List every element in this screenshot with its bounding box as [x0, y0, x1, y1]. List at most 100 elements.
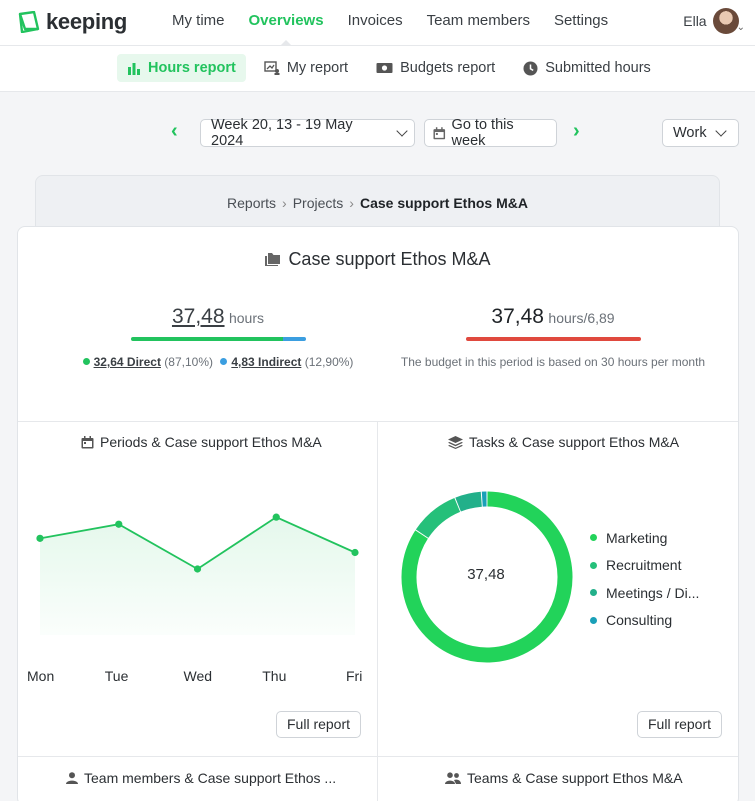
breadcrumb-current: Case support Ethos M&A	[359, 195, 528, 211]
direct-indirect-bar	[130, 337, 306, 341]
line-chart-area	[40, 517, 355, 635]
indirect-bar-fill	[282, 337, 306, 341]
team-members-panel-title: Team members & Case support Ethos ...	[66, 770, 336, 786]
subnav-hours-report[interactable]: Hours report	[117, 54, 246, 82]
teams-panel-title: Teams & Case support Ethos M&A	[445, 770, 683, 786]
total-hours-unit: hours	[228, 310, 265, 326]
breadcrumb-reports[interactable]: Reports	[227, 195, 276, 211]
divider	[377, 422, 378, 801]
periods-line-chart	[36, 513, 359, 635]
teams-panel-title-text: Teams & Case support Ethos M&A	[467, 770, 683, 786]
next-week-button[interactable]: ›	[573, 120, 580, 143]
legend-item[interactable]: Marketing	[590, 524, 699, 552]
nav-team-members[interactable]: Team members	[415, 0, 542, 46]
folder-icon	[265, 253, 281, 266]
go-to-this-week-label: Go to this week	[451, 117, 514, 149]
logo-text: keeping	[46, 9, 128, 34]
work-filter-select[interactable]: Work	[662, 119, 739, 147]
layers-icon	[448, 435, 463, 449]
team-members-panel-title-text: Team members & Case support Ethos ...	[84, 770, 337, 786]
indirect-percentage: (12,90%)	[304, 355, 354, 369]
subnav-submitted-hours[interactable]: Submitted hours	[513, 54, 661, 82]
breadcrumb: Reports › Projects › Case support Ethos M&A	[36, 195, 719, 211]
subnav-label: Budgets report	[400, 60, 496, 76]
x-tick-label: Mon	[27, 668, 55, 684]
sub-navigation: Hours report My report Budgets report Su…	[0, 46, 755, 92]
calendar-icon	[433, 126, 446, 139]
group-icon	[445, 772, 461, 784]
logo[interactable]: keeping	[16, 9, 127, 35]
budget-hours-unit: hours/6,89	[548, 310, 615, 326]
budget-bar	[465, 337, 641, 341]
line-chart-point-tue[interactable]	[115, 520, 123, 528]
line-chart-point-fri[interactable]	[351, 548, 359, 557]
legend-item[interactable]: Recruitment	[590, 552, 699, 580]
subnav-budgets-report[interactable]: Budgets report	[366, 54, 505, 82]
bar-chart-icon	[128, 63, 140, 75]
breadcrumb-projects[interactable]: Projects	[293, 195, 344, 211]
donut-slice-1[interactable]	[415, 497, 461, 539]
x-tick-label: Tue	[104, 668, 129, 684]
nav-overviews[interactable]: Overviews	[237, 0, 336, 47]
budget-stat: 37,48 hours/6,89 The budget in this peri…	[393, 305, 713, 369]
week-label: Week 20, 13 - 19 May 2024	[211, 117, 353, 149]
line-chart-point-mon[interactable]	[36, 534, 44, 542]
indirect-dot	[220, 358, 228, 365]
legend-label: Meetings / Di...	[606, 584, 700, 601]
go-to-this-week-button[interactable]: Go to this week	[424, 117, 557, 149]
chevron-down-icon: ⌄	[736, 21, 745, 33]
donut-slice-2[interactable]	[455, 491, 483, 512]
breadcrumb-separator: ›	[282, 195, 287, 211]
x-tick-label: Thu	[262, 668, 287, 684]
previous-week-button[interactable]: ‹	[171, 120, 178, 143]
subnav-label: My report	[286, 60, 349, 76]
legend-dot	[590, 561, 597, 569]
nav-settings[interactable]: Settings	[542, 0, 620, 46]
budget-hours-value: 37,48	[491, 305, 544, 328]
periods-full-report-button[interactable]: Full report	[276, 711, 362, 738]
total-hours-value[interactable]: 37,48	[172, 305, 225, 328]
legend-item[interactable]: Meetings / Di...	[590, 579, 699, 607]
direct-bar-fill	[130, 337, 283, 341]
tasks-panel-title-text: Tasks & Case support Ethos M&A	[469, 434, 680, 450]
x-tick-label: Fri	[346, 668, 363, 684]
legend-dot	[590, 534, 597, 542]
main-nav: My time Overviews Invoices Team members …	[160, 0, 620, 47]
top-navigation: keeping My time Overviews Invoices Team …	[0, 0, 755, 47]
subnav-label: Hours report	[148, 60, 236, 76]
nav-invoices[interactable]: Invoices	[336, 0, 415, 46]
breadcrumb-separator: ›	[349, 195, 354, 211]
chevron-down-icon	[714, 125, 727, 137]
legend-item[interactable]: Consulting	[590, 607, 699, 635]
keeping-logo-icon	[18, 11, 40, 33]
legend-label: Recruitment	[606, 557, 682, 574]
hours-stat: 37,48 hours 32,64 Direct (87,10%) 4,83 I…	[73, 305, 363, 369]
money-icon	[376, 63, 393, 73]
tasks-legend: Marketing Recruitment Meetings / Di... Cons…	[590, 524, 699, 634]
legend-label: Marketing	[606, 529, 668, 546]
periods-panel-title: Periods & Case support Ethos M&A	[81, 434, 322, 450]
chevron-down-icon	[396, 125, 408, 137]
subnav-label: Submitted hours	[545, 60, 651, 76]
budget-note: The budget in this period is based on 30…	[400, 355, 706, 369]
legend-dot	[590, 589, 597, 597]
direct-link[interactable]: 32,64 Direct	[94, 355, 161, 369]
person-chart-icon	[264, 61, 280, 75]
divider	[18, 756, 738, 757]
week-select[interactable]: Week 20, 13 - 19 May 2024	[200, 117, 415, 149]
divider	[18, 421, 738, 422]
report-title: Case support Ethos M&A	[18, 249, 738, 270]
indirect-link[interactable]: 4,83 Indirect	[231, 355, 301, 369]
work-filter-label: Work	[673, 125, 707, 141]
nav-my-time[interactable]: My time	[160, 0, 237, 46]
legend-label: Consulting	[606, 612, 673, 629]
line-chart-point-thu[interactable]	[272, 513, 280, 521]
direct-percentage: (87,10%)	[164, 355, 213, 369]
line-chart-point-wed[interactable]	[193, 565, 202, 573]
subnav-my-report[interactable]: My report	[254, 54, 358, 82]
user-menu[interactable]: Ella ⌄	[683, 8, 745, 34]
calendar-icon	[81, 435, 94, 448]
tasks-full-report-button[interactable]: Full report	[637, 711, 723, 738]
person-icon	[66, 772, 78, 784]
x-tick-label: Wed	[183, 668, 213, 684]
